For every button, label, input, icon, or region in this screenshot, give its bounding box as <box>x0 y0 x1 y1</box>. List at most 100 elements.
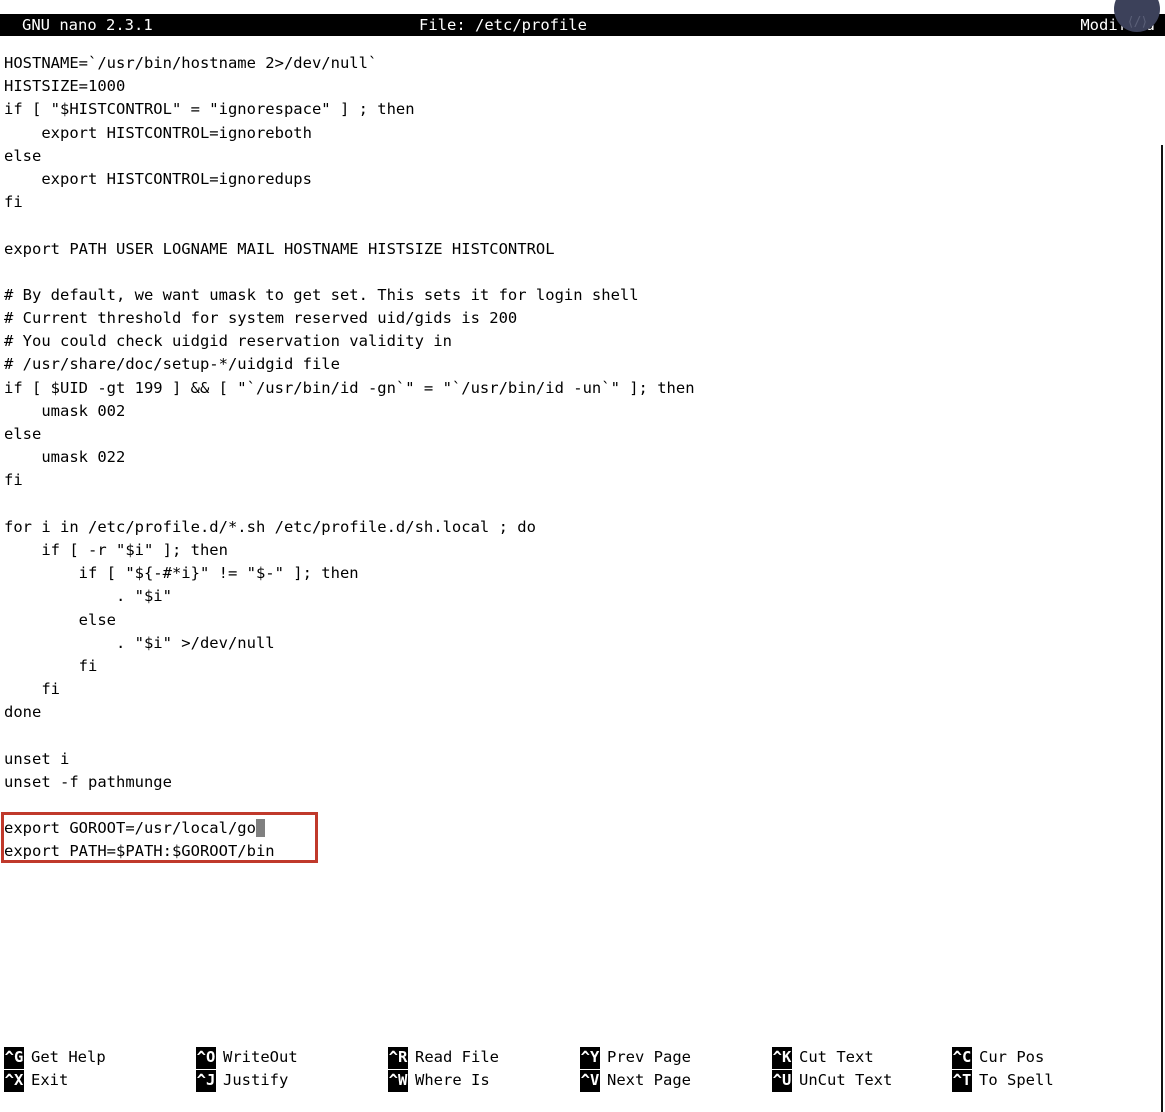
shortcut-label: Justify <box>223 1071 289 1090</box>
shortcut-key: ^R <box>388 1046 408 1069</box>
code-line[interactable]: HISTSIZE=1000 <box>0 75 1165 98</box>
code-line[interactable]: unset -f pathmunge <box>0 771 1165 794</box>
code-line[interactable]: else <box>0 423 1165 446</box>
shortcut-label: Prev Page <box>607 1048 691 1066</box>
code-line[interactable]: else <box>0 145 1165 168</box>
shortcut-column: ^Y Prev Page ^V Next Page <box>580 1046 770 1092</box>
code-line[interactable]: if [ "$HISTCONTROL" = "ignorespace" ] ; … <box>0 98 1165 121</box>
code-line-text: fi <box>4 193 23 212</box>
shortcut-item[interactable]: ^Y Prev Page <box>580 1046 770 1069</box>
shortcut-item[interactable]: ^J Justify <box>196 1069 386 1092</box>
shortcut-key: ^U <box>772 1069 792 1092</box>
code-line-text: HISTSIZE=1000 <box>4 77 126 96</box>
shortcut-label: Where Is <box>415 1071 490 1090</box>
code-line[interactable]: fi <box>0 655 1165 678</box>
editor-text-area[interactable]: HOSTNAME=`/usr/bin/hostname 2>/dev/null`… <box>0 52 1165 864</box>
code-line-text: umask 002 <box>4 401 126 420</box>
code-line-text: fi <box>4 471 23 490</box>
shortcut-item[interactable]: ^X Exit <box>4 1069 194 1092</box>
code-line[interactable]: if [ "${-#*i}" != "$-" ]; then <box>0 562 1165 585</box>
code-line[interactable]: fi <box>0 191 1165 214</box>
code-line-text: export HISTCONTROL=ignoredups <box>4 169 312 188</box>
shortcut-key: ^O <box>196 1046 216 1069</box>
nano-title-bar: GNU nano 2.3.1 File: /etc/profile Modifi… <box>0 14 1165 36</box>
nano-shortcut-bar: ^G Get Help ^X Exit ^O WriteOut ^J Justify ^R Rea… <box>0 1046 1165 1098</box>
shortcut-label: Next Page <box>607 1071 691 1090</box>
code-line[interactable]: umask 022 <box>0 446 1165 469</box>
code-line[interactable] <box>0 261 1165 284</box>
shortcut-label: To Spell <box>979 1071 1054 1090</box>
shortcut-column: ^G Get Help ^X Exit <box>4 1046 194 1092</box>
code-line-text: # By default, we want umask to get set. … <box>4 285 639 304</box>
code-line[interactable]: umask 002 <box>0 400 1165 423</box>
code-line-text: . "$i" >/dev/null <box>4 633 275 652</box>
code-line-text: # Current threshold for system reserved … <box>4 309 518 328</box>
code-line-text: unset i <box>4 749 70 768</box>
shortcut-label: Cur Pos <box>979 1048 1045 1066</box>
shortcut-label: WriteOut <box>223 1048 298 1066</box>
window-right-border <box>1161 145 1163 1112</box>
code-line-text: if [ $UID -gt 199 ] && [ "`/usr/bin/id -… <box>4 378 695 397</box>
shortcut-column: ^C Cur Pos ^T To Spell <box>952 1046 1142 1092</box>
code-line[interactable] <box>0 794 1165 817</box>
code-line-text: if [ "$HISTCONTROL" = "ignorespace" ] ; … <box>4 100 415 119</box>
code-line[interactable]: # You could check uidgid reservation val… <box>0 330 1165 353</box>
shortcut-label: Get Help <box>31 1048 106 1066</box>
code-line[interactable]: # /usr/share/doc/setup-*/uidgid file <box>0 353 1165 376</box>
shortcut-item[interactable]: ^C Cur Pos <box>952 1046 1142 1069</box>
code-line[interactable]: if [ $UID -gt 199 ] && [ "`/usr/bin/id -… <box>0 377 1165 400</box>
shortcut-item[interactable]: ^T To Spell <box>952 1069 1142 1092</box>
code-line[interactable]: unset i <box>0 748 1165 771</box>
code-line-text: export HISTCONTROL=ignoreboth <box>4 123 312 142</box>
code-line-text: else <box>4 610 116 629</box>
code-line[interactable]: # Current threshold for system reserved … <box>0 307 1165 330</box>
shortcut-key: ^W <box>388 1069 408 1092</box>
shortcut-key: ^T <box>952 1069 972 1092</box>
code-line[interactable]: HOSTNAME=`/usr/bin/hostname 2>/dev/null` <box>0 52 1165 75</box>
code-line[interactable]: if [ -r "$i" ]; then <box>0 539 1165 562</box>
code-line-text: # You could check uidgid reservation val… <box>4 332 452 351</box>
code-line-text: umask 022 <box>4 448 126 467</box>
code-line[interactable] <box>0 214 1165 237</box>
code-line-text: unset -f pathmunge <box>4 772 172 791</box>
code-line-text: export PATH=$PATH:$GOROOT/bin <box>4 842 275 861</box>
shortcut-item[interactable]: ^K Cut Text <box>772 1046 962 1069</box>
code-line[interactable]: export GOROOT=/usr/local/go <box>0 817 1165 840</box>
code-line-text: # /usr/share/doc/setup-*/uidgid file <box>4 355 340 374</box>
shortcut-key: ^Y <box>580 1046 600 1069</box>
code-line[interactable]: fi <box>0 469 1165 492</box>
code-line-text: export GOROOT=/usr/local/go <box>4 819 256 838</box>
shortcut-item[interactable]: ^U UnCut Text <box>772 1069 962 1092</box>
code-line[interactable]: done <box>0 701 1165 724</box>
shortcut-key: ^J <box>196 1069 216 1092</box>
shortcut-key: ^V <box>580 1069 600 1092</box>
code-line[interactable]: export PATH USER LOGNAME MAIL HOSTNAME H… <box>0 238 1165 261</box>
code-line[interactable]: fi <box>0 678 1165 701</box>
code-line-text: if [ -r "$i" ]; then <box>4 540 228 559</box>
shortcut-key: ^K <box>772 1046 792 1069</box>
code-line-text: . "$i" <box>4 587 172 606</box>
shortcut-key: ^X <box>4 1069 24 1092</box>
nano-version-label: GNU nano 2.3.1 <box>22 16 153 34</box>
code-line[interactable]: for i in /etc/profile.d/*.sh /etc/profil… <box>0 516 1165 539</box>
code-line-text: fi <box>4 680 60 699</box>
code-line[interactable]: else <box>0 609 1165 632</box>
code-line-text: else <box>4 146 42 165</box>
shortcut-label: Cut Text <box>799 1048 874 1066</box>
shortcut-label: UnCut Text <box>799 1071 893 1090</box>
code-line[interactable] <box>0 724 1165 747</box>
code-line-text: HOSTNAME=`/usr/bin/hostname 2>/dev/null` <box>4 54 378 72</box>
code-line[interactable]: export HISTCONTROL=ignoredups <box>0 168 1165 191</box>
shortcut-key: ^G <box>4 1046 24 1069</box>
shortcut-item[interactable]: ^V Next Page <box>580 1069 770 1092</box>
shortcut-item[interactable]: ^O WriteOut <box>196 1046 386 1069</box>
shortcut-item[interactable]: ^R Read File <box>388 1046 578 1069</box>
code-line[interactable]: export HISTCONTROL=ignoreboth <box>0 122 1165 145</box>
code-line[interactable] <box>0 493 1165 516</box>
code-line[interactable]: . "$i" >/dev/null <box>0 632 1165 655</box>
code-line[interactable]: . "$i" <box>0 585 1165 608</box>
shortcut-item[interactable]: ^W Where Is <box>388 1069 578 1092</box>
shortcut-item[interactable]: ^G Get Help <box>4 1046 194 1069</box>
code-line[interactable]: # By default, we want umask to get set. … <box>0 284 1165 307</box>
code-line[interactable]: export PATH=$PATH:$GOROOT/bin <box>0 840 1165 863</box>
